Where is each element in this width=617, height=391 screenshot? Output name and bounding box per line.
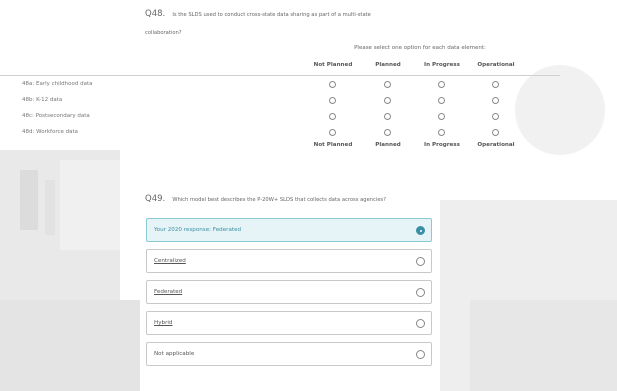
- radio-selected-icon[interactable]: [416, 226, 425, 235]
- col-footer-operational: Operational: [477, 142, 515, 148]
- option-previous-response[interactable]: Your 2020 response: Federated: [146, 218, 432, 242]
- radio-48a-operational[interactable]: [492, 81, 499, 88]
- option-federated[interactable]: Federated: [146, 280, 432, 304]
- header-divider: [0, 75, 560, 76]
- question-number: Q48.: [145, 9, 166, 19]
- radio-icon[interactable]: [416, 319, 425, 328]
- option-centralized[interactable]: Centralized: [146, 249, 432, 273]
- col-header-planned: Planned: [375, 62, 401, 68]
- radio-icon[interactable]: [416, 350, 425, 359]
- radio-48c-in-progress[interactable]: [438, 113, 445, 120]
- radio-48d-in-progress[interactable]: [438, 129, 445, 136]
- row-label: 48d: Workforce data: [22, 129, 79, 135]
- col-header-in-progress: In Progress: [424, 62, 460, 68]
- radio-48c-operational[interactable]: [492, 113, 499, 120]
- matrix-instruction: Please select one option for each data e…: [354, 45, 486, 51]
- radio-48a-not-planned[interactable]: [329, 81, 336, 88]
- radio-48b-in-progress[interactable]: [438, 97, 445, 104]
- col-footer-planned: Planned: [375, 142, 401, 148]
- matrix-row-48c: 48c: Postsecondary data: [0, 110, 560, 126]
- radio-48d-not-planned[interactable]: [329, 129, 336, 136]
- row-label: 48a: Early childhood data: [22, 81, 93, 87]
- question-text: Which model best describes the P-20W+ SL…: [172, 197, 386, 203]
- radio-48c-not-planned[interactable]: [329, 113, 336, 120]
- option-label: Your 2020 response: Federated: [154, 227, 242, 233]
- radio-48b-not-planned[interactable]: [329, 97, 336, 104]
- col-footer-not-planned: Not Planned: [313, 142, 353, 148]
- question-49: Q49. Which model best describes the P-20…: [145, 190, 386, 206]
- radio-icon[interactable]: [416, 288, 425, 297]
- option-label: Not applicable: [154, 351, 195, 357]
- question-text-line1: Is the SLDS used to conduct cross-state …: [172, 12, 371, 18]
- row-label: 48b: K-12 data: [22, 97, 63, 103]
- col-header-operational: Operational: [477, 62, 515, 68]
- survey-panel: Q48. Is the SLDS used to conduct cross-s…: [0, 0, 617, 391]
- radio-icon[interactable]: [416, 257, 425, 266]
- option-not-applicable[interactable]: Not applicable: [146, 342, 432, 366]
- option-label: Centralized: [154, 258, 186, 264]
- option-hybrid[interactable]: Hybrid: [146, 311, 432, 335]
- radio-48d-operational[interactable]: [492, 129, 499, 136]
- row-label: 48c: Postsecondary data: [22, 113, 90, 119]
- question-text-line2: collaboration?: [145, 30, 182, 36]
- matrix-row-48d: 48d: Workforce data: [0, 126, 560, 142]
- radio-48a-in-progress[interactable]: [438, 81, 445, 88]
- radio-48b-planned[interactable]: [384, 97, 391, 104]
- question-number: Q49.: [145, 194, 166, 204]
- matrix-row-48a: 48a: Early childhood data: [0, 78, 560, 94]
- radio-48d-planned[interactable]: [384, 129, 391, 136]
- option-label: Hybrid: [154, 320, 173, 326]
- option-label: Federated: [154, 289, 183, 295]
- col-footer-in-progress: In Progress: [424, 142, 460, 148]
- radio-48c-planned[interactable]: [384, 113, 391, 120]
- radio-48a-planned[interactable]: [384, 81, 391, 88]
- col-header-not-planned: Not Planned: [313, 62, 353, 68]
- question-48: Q48. Is the SLDS used to conduct cross-s…: [145, 4, 445, 40]
- matrix-row-48b: 48b: K-12 data: [0, 94, 560, 110]
- radio-48b-operational[interactable]: [492, 97, 499, 104]
